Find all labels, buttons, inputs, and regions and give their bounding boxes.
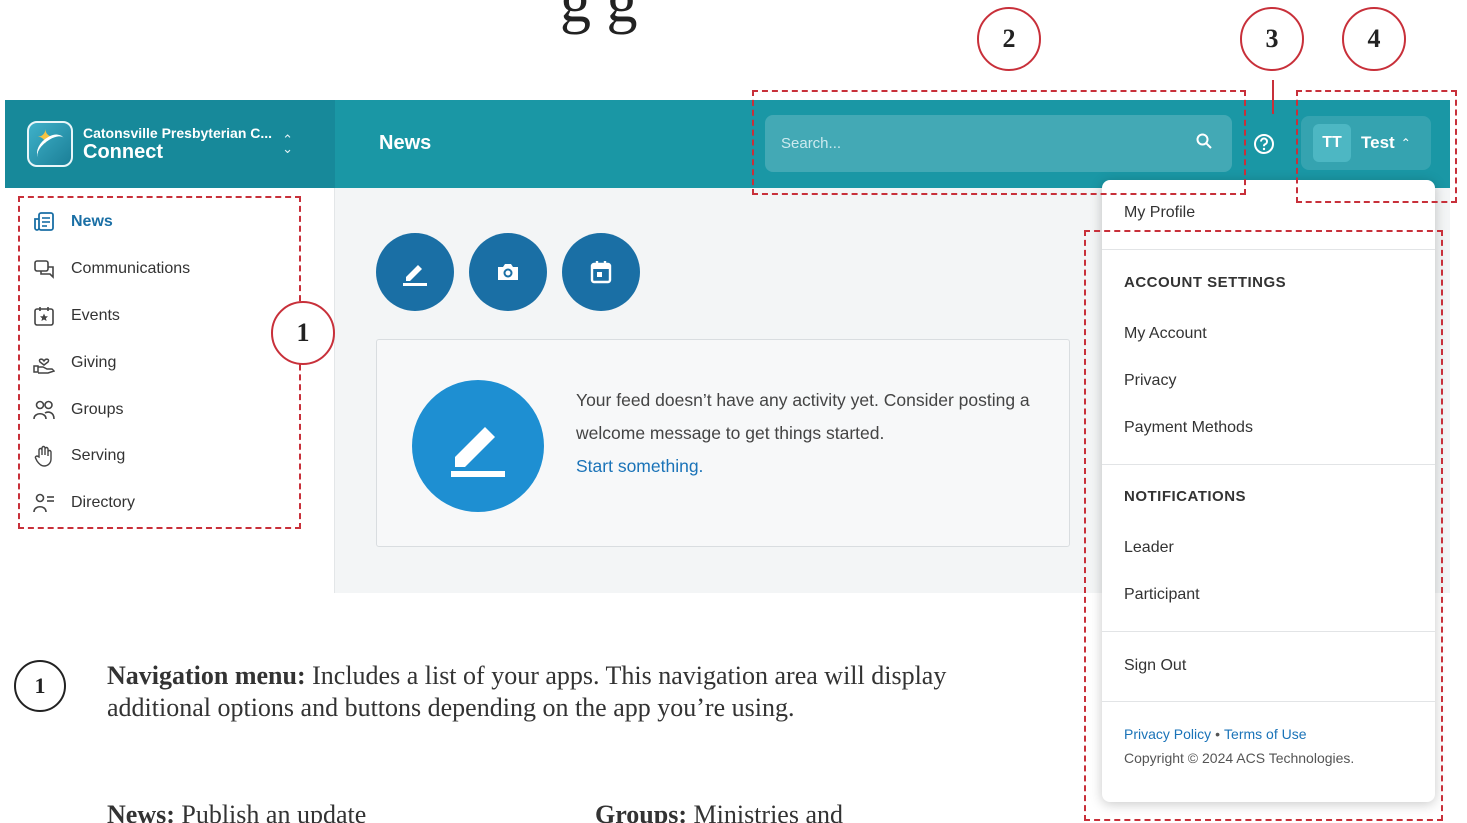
empty-feed-illustration xyxy=(412,380,544,512)
news-term: News: xyxy=(107,800,175,823)
menu-item-privacy[interactable]: Privacy xyxy=(1124,372,1176,390)
sidebar-item-label: Giving xyxy=(71,354,117,371)
church-name: Catonsville Presbyterian C... xyxy=(83,124,273,141)
menu-item-leader[interactable]: Leader xyxy=(1124,539,1174,557)
description-navigation-menu: Navigation menu: Includes a list of your… xyxy=(107,660,957,724)
help-icon[interactable] xyxy=(1253,133,1275,155)
menu-item-sign-out[interactable]: Sign Out xyxy=(1124,657,1186,675)
groups-text: Ministries and xyxy=(687,800,844,823)
avatar: TT xyxy=(1313,124,1351,162)
sidebar-item-label: Events xyxy=(71,307,120,324)
sidebar-item-directory[interactable]: Directory xyxy=(33,488,135,518)
sidebar-item-groups[interactable]: Groups xyxy=(33,395,123,425)
description-groups: Groups: Ministries and xyxy=(595,800,843,823)
sidebar-item-label: Communications xyxy=(71,260,191,277)
search-input[interactable] xyxy=(765,115,1232,172)
search-icon[interactable] xyxy=(1196,133,1212,149)
callout-number-3: 3 xyxy=(1240,7,1304,71)
calendar-star-icon xyxy=(34,307,54,326)
chat-icon xyxy=(34,260,54,279)
org-switcher[interactable]: ✦ Catonsville Presbyterian C... Connect … xyxy=(5,100,335,188)
menu-item-my-profile[interactable]: My Profile xyxy=(1124,204,1195,222)
callout-number-4: 4 xyxy=(1342,7,1406,71)
link-separator: • xyxy=(1215,726,1221,742)
search-box xyxy=(765,115,1232,172)
description-news: News: Publish an update xyxy=(107,800,366,823)
camera-icon xyxy=(498,264,518,280)
empty-feed-card: Your feed doesn’t have any activity yet.… xyxy=(376,339,1070,547)
user-dropdown-menu: My Profile ACCOUNT SETTINGS My Account P… xyxy=(1102,180,1435,802)
divider xyxy=(1102,249,1435,250)
sidebar-item-giving[interactable]: Giving xyxy=(33,348,116,378)
sidebar-item-label: News xyxy=(71,213,113,230)
copyright: Copyright © 2024 ACS Technologies. xyxy=(1124,750,1355,766)
terms-of-use-link[interactable]: Terms of Use xyxy=(1224,726,1306,742)
person-list-icon xyxy=(33,493,54,513)
page-title: News xyxy=(379,132,432,154)
user-name: Test xyxy=(1361,133,1395,152)
new-photo-button[interactable] xyxy=(469,233,547,311)
sidebar-item-communications[interactable]: Communications xyxy=(33,254,190,284)
callout-leader-line xyxy=(1272,80,1274,114)
hand-heart-icon xyxy=(33,358,55,374)
top-bar: News TT Test ⌃ xyxy=(335,100,1450,188)
menu-item-payment-methods[interactable]: Payment Methods xyxy=(1124,419,1253,437)
groups-term: Groups: xyxy=(595,800,687,823)
menu-item-participant[interactable]: Participant xyxy=(1124,586,1200,604)
chevron-up-icon: ⌃ xyxy=(1400,136,1411,150)
legal-links: Privacy Policy • Terms of Use xyxy=(1124,726,1307,742)
privacy-policy-link[interactable]: Privacy Policy xyxy=(1124,726,1211,742)
hand-icon xyxy=(34,445,52,467)
chevron-updown-icon: ⌃ ⌄ xyxy=(282,132,293,156)
callout-number-2: 2 xyxy=(977,7,1041,71)
divider xyxy=(1102,701,1435,702)
sidebar-item-events[interactable]: Events xyxy=(33,301,120,331)
new-post-button[interactable] xyxy=(376,233,454,311)
sidebar-item-label: Serving xyxy=(71,447,126,464)
document-title-fragment: g g xyxy=(560,0,638,35)
sidebar-item-label: Directory xyxy=(71,494,136,511)
start-something-link[interactable]: Start something. xyxy=(576,456,703,476)
empty-feed-text: Your feed doesn’t have any activity yet.… xyxy=(576,390,1030,443)
callout-number-1: 1 xyxy=(271,301,335,365)
empty-feed-message: Your feed doesn’t have any activity yet.… xyxy=(576,384,1036,483)
news-text: Publish an update xyxy=(174,800,367,823)
description-number: 1 xyxy=(14,660,66,712)
sidebar-item-serving[interactable]: Serving xyxy=(33,441,125,471)
user-menu-button[interactable]: TT Test ⌃ xyxy=(1301,116,1431,170)
section-header-account-settings: ACCOUNT SETTINGS xyxy=(1124,274,1287,291)
menu-item-my-account[interactable]: My Account xyxy=(1124,325,1207,343)
divider xyxy=(1102,631,1435,632)
connect-logo-icon: ✦ xyxy=(27,121,73,167)
sidebar-item-label: Groups xyxy=(71,401,124,418)
new-event-button[interactable] xyxy=(562,233,640,311)
news-icon xyxy=(34,212,54,231)
description-term: Navigation menu: xyxy=(107,661,306,690)
divider xyxy=(1102,464,1435,465)
sidebar-nav: News Communications Events Giving Groups… xyxy=(5,188,335,593)
pencil-icon xyxy=(403,265,427,286)
app-name: Connect xyxy=(83,140,163,163)
people-icon xyxy=(33,400,55,420)
section-header-notifications: NOTIFICATIONS xyxy=(1124,488,1247,505)
pencil-icon xyxy=(451,427,505,477)
calendar-icon xyxy=(590,261,612,284)
sidebar-item-news[interactable]: News xyxy=(33,207,113,237)
